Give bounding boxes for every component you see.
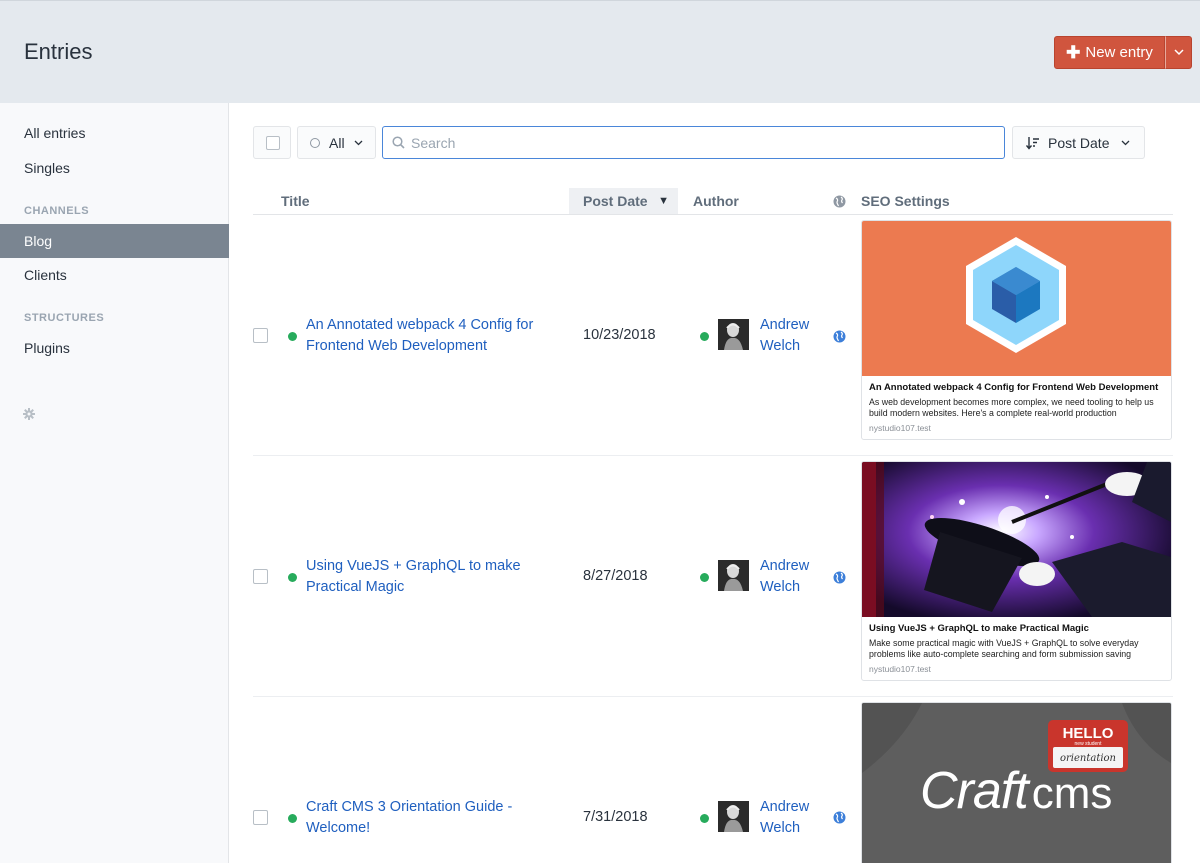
- author-status-icon: [700, 332, 709, 341]
- entry-post-date: 8/27/2018: [583, 568, 648, 584]
- sidebar-heading-channels: CHANNELS: [24, 205, 90, 217]
- globe-icon: [833, 195, 846, 208]
- seo-preview-description: Make some practical magic with VueJS + G…: [869, 638, 1139, 659]
- chevron-down-icon: [1173, 49, 1184, 56]
- sidebar-item-clients[interactable]: Clients: [0, 258, 229, 292]
- seo-preview-card[interactable]: HELLO new student orientation Craftcms: [861, 702, 1172, 863]
- craft-brand-text: Craftcms: [920, 761, 1112, 821]
- webpack-logo-image: [862, 221, 1171, 376]
- sort-descending-icon: ▼: [658, 195, 669, 207]
- gear-icon[interactable]: [23, 408, 35, 420]
- row-checkbox[interactable]: [253, 810, 268, 825]
- search-icon: [392, 136, 405, 149]
- chevron-down-icon: [1122, 140, 1130, 145]
- globe-icon[interactable]: [833, 330, 846, 343]
- status-live-icon: [288, 573, 297, 582]
- sidebar-item-plugins[interactable]: Plugins: [0, 331, 229, 365]
- entry-title-link[interactable]: Using VueJS + GraphQL to make Practical …: [306, 556, 556, 597]
- row-checkbox[interactable]: [253, 328, 268, 343]
- entry-title-link[interactable]: Craft CMS 3 Orientation Guide - Welcome!: [306, 797, 556, 838]
- row-divider: [253, 455, 1173, 456]
- author-link[interactable]: Andrew Welch: [760, 797, 830, 838]
- page-title: Entries: [24, 39, 93, 64]
- row-checkbox[interactable]: [253, 569, 268, 584]
- badge-small-text: new student: [1074, 741, 1102, 747]
- seo-preview-title: Using VueJS + GraphQL to make Practical …: [869, 623, 1089, 634]
- column-header-title[interactable]: Title: [281, 188, 310, 214]
- new-entry-button-group: ✚ New entry: [1054, 36, 1192, 69]
- seo-preview-site: nystudio107.test: [869, 423, 931, 433]
- new-entry-label: New entry: [1085, 44, 1153, 61]
- seo-preview-card[interactable]: Using VueJS + GraphQL to make Practical …: [861, 461, 1172, 681]
- select-all-button[interactable]: [253, 126, 291, 159]
- new-entry-button[interactable]: ✚ New entry: [1054, 36, 1165, 69]
- magic-hat-image: [862, 462, 1171, 617]
- author-status-icon: [700, 814, 709, 823]
- author-link[interactable]: Andrew Welch: [760, 315, 830, 356]
- post-date-header-label: Post Date: [583, 193, 648, 209]
- sidebar: All entries Singles CHANNELS Blog Client…: [0, 103, 229, 863]
- search-input[interactable]: [411, 134, 991, 151]
- sort-icon: [1026, 136, 1039, 150]
- search-field[interactable]: [382, 126, 1005, 159]
- seo-preview-description: As web development becomes more complex,…: [869, 397, 1154, 418]
- select-all-checkbox[interactable]: [266, 136, 280, 150]
- avatar: [718, 560, 749, 591]
- sort-button[interactable]: Post Date: [1012, 126, 1145, 159]
- badge-hello-text: HELLO: [1062, 725, 1114, 742]
- avatar: [718, 801, 749, 832]
- table-header-divider: [253, 214, 1173, 215]
- status-filter-label: All: [329, 134, 345, 151]
- seo-preview-card[interactable]: An Annotated webpack 4 Config for Fronte…: [861, 220, 1172, 440]
- craft-brand-suffix: cms: [1031, 769, 1113, 818]
- new-entry-menu-button[interactable]: [1165, 36, 1192, 69]
- column-header-seo-settings[interactable]: SEO Settings: [861, 188, 950, 214]
- chevron-down-icon: [354, 140, 363, 145]
- seo-preview-title: An Annotated webpack 4 Config for Fronte…: [869, 382, 1159, 393]
- entry-title-link[interactable]: An Annotated webpack 4 Config for Fronte…: [306, 315, 556, 356]
- sidebar-heading-structures: STRUCTURES: [24, 312, 105, 324]
- status-filter-button[interactable]: All: [297, 126, 376, 159]
- column-header-post-date[interactable]: Post Date ▼: [569, 188, 678, 214]
- entry-post-date: 10/23/2018: [583, 327, 656, 343]
- status-ring-icon: [310, 137, 320, 148]
- page-header: Entries ✚ New entry: [0, 0, 1200, 103]
- status-live-icon: [288, 332, 297, 341]
- avatar: [718, 319, 749, 350]
- sidebar-item-all-entries[interactable]: All entries: [0, 116, 229, 150]
- plus-icon: ✚: [1066, 42, 1081, 62]
- globe-icon[interactable]: [833, 811, 846, 824]
- sort-label: Post Date: [1048, 134, 1110, 151]
- row-divider: [253, 696, 1173, 697]
- author-link[interactable]: Andrew Welch: [760, 556, 830, 597]
- craft-cms-shirt-image: HELLO new student orientation Craftcms: [862, 703, 1171, 863]
- entry-post-date: 7/31/2018: [583, 809, 648, 825]
- globe-icon[interactable]: [833, 571, 846, 584]
- author-status-icon: [700, 573, 709, 582]
- sidebar-item-singles[interactable]: Singles: [0, 151, 229, 185]
- craft-brand-word: Craft: [920, 762, 1029, 820]
- sidebar-item-blog[interactable]: Blog: [0, 224, 229, 258]
- status-live-icon: [288, 814, 297, 823]
- column-header-author[interactable]: Author: [693, 188, 739, 214]
- seo-preview-site: nystudio107.test: [869, 664, 931, 674]
